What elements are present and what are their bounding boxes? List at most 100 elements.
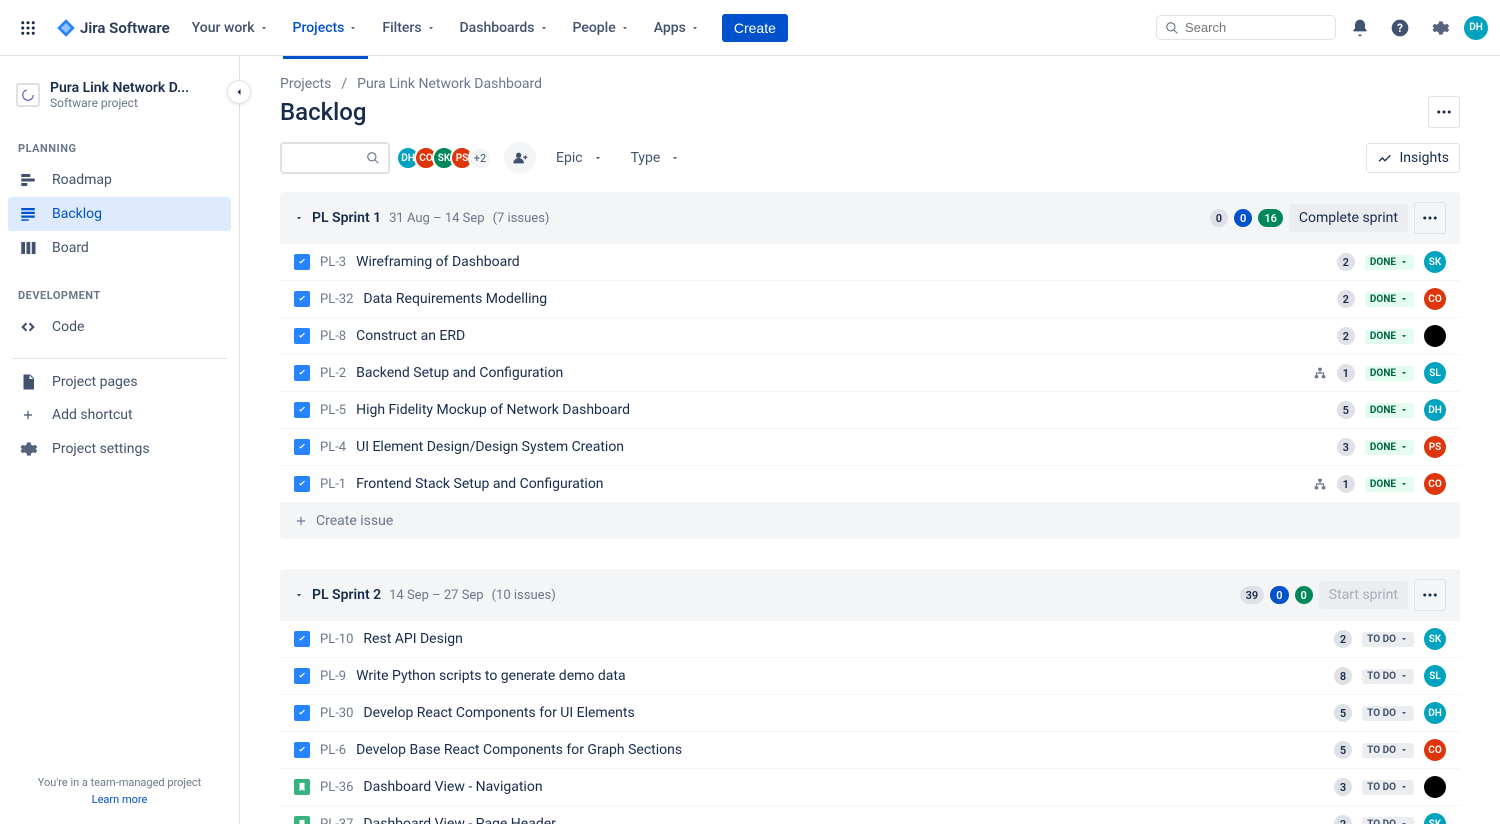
sidebar-item-backlog[interactable]: Backlog: [8, 197, 231, 231]
status-dropdown[interactable]: TO DO: [1362, 632, 1414, 647]
issue-key[interactable]: PL-9: [320, 669, 346, 684]
search-input[interactable]: [1185, 20, 1327, 35]
sidebar-item-roadmap[interactable]: Roadmap: [8, 163, 231, 197]
issue-key[interactable]: PL-37: [320, 817, 353, 824]
assignee-avatar[interactable]: CO: [1424, 288, 1446, 310]
assignee-avatar[interactable]: [1424, 325, 1446, 347]
assignee-avatar[interactable]: SL: [1424, 665, 1446, 687]
assignee-avatar[interactable]: CO: [1424, 739, 1446, 761]
nav-filters[interactable]: Filters: [372, 14, 445, 42]
issue-row[interactable]: PL-2 Backend Setup and Configuration 1 D…: [280, 355, 1460, 392]
issue-key[interactable]: PL-2: [320, 366, 346, 381]
issue-row[interactable]: PL-5 High Fidelity Mockup of Network Das…: [280, 392, 1460, 429]
status-dropdown[interactable]: DONE: [1365, 255, 1414, 270]
profile-avatar[interactable]: DH: [1464, 16, 1488, 40]
assignee-avatar[interactable]: SK: [1424, 813, 1446, 824]
filter-epic-dropdown[interactable]: Epic: [548, 144, 611, 172]
status-dropdown[interactable]: DONE: [1365, 477, 1414, 492]
issue-summary[interactable]: Dashboard View - Page Header: [363, 816, 1323, 824]
issue-summary[interactable]: Backend Setup and Configuration: [356, 365, 1303, 381]
sidebar-item-code[interactable]: Code: [8, 310, 231, 344]
status-dropdown[interactable]: DONE: [1365, 403, 1414, 418]
issue-key[interactable]: PL-5: [320, 403, 346, 418]
sprint-action-button[interactable]: Complete sprint: [1289, 204, 1408, 232]
issue-row[interactable]: PL-10 Rest API Design 2 TO DO SK: [280, 621, 1460, 658]
assignee-avatar[interactable]: SK: [1424, 251, 1446, 273]
issue-key[interactable]: PL-3: [320, 255, 346, 270]
sprint-more-button[interactable]: [1414, 579, 1446, 611]
sidebar-learn-more-link[interactable]: Learn more: [8, 793, 231, 806]
issue-row[interactable]: PL-36 Dashboard View - Navigation 3 TO D…: [280, 769, 1460, 806]
status-dropdown[interactable]: DONE: [1365, 440, 1414, 455]
issue-row[interactable]: PL-4 UI Element Design/Design System Cre…: [280, 429, 1460, 466]
filter-search[interactable]: [280, 142, 390, 174]
issue-summary[interactable]: Develop Base React Components for Graph …: [356, 742, 1324, 758]
nav-projects[interactable]: Projects: [283, 14, 369, 42]
issue-summary[interactable]: High Fidelity Mockup of Network Dashboar…: [356, 402, 1327, 418]
sidebar-collapse-button[interactable]: [227, 80, 251, 104]
nav-dashboards[interactable]: Dashboards: [450, 14, 559, 42]
issue-key[interactable]: PL-30: [320, 706, 353, 721]
sidebar-item-add shortcut[interactable]: Add shortcut: [8, 399, 231, 431]
status-dropdown[interactable]: DONE: [1365, 329, 1414, 344]
sprint-toggle[interactable]: [294, 213, 304, 223]
issue-summary[interactable]: UI Element Design/Design System Creation: [356, 439, 1327, 455]
breadcrumb-projects[interactable]: Projects: [280, 76, 331, 92]
issue-key[interactable]: PL-4: [320, 440, 346, 455]
issue-row[interactable]: PL-32 Data Requirements Modelling 2 DONE…: [280, 281, 1460, 318]
assignee-avatar[interactable]: CO: [1424, 473, 1446, 495]
assignee-avatar[interactable]: SL: [1424, 362, 1446, 384]
insights-button[interactable]: Insights: [1366, 143, 1460, 173]
issue-summary[interactable]: Data Requirements Modelling: [363, 291, 1326, 307]
status-dropdown[interactable]: TO DO: [1362, 817, 1414, 824]
issue-row[interactable]: PL-37 Dashboard View - Page Header 2 TO …: [280, 806, 1460, 824]
issue-row[interactable]: PL-1 Frontend Stack Setup and Configurat…: [280, 466, 1460, 503]
status-dropdown[interactable]: DONE: [1365, 366, 1414, 381]
breadcrumb-project[interactable]: Pura Link Network Dashboard: [357, 76, 542, 92]
assignee-avatar[interactable]: DH: [1424, 702, 1446, 724]
status-dropdown[interactable]: TO DO: [1362, 706, 1414, 721]
sprint-more-button[interactable]: [1414, 202, 1446, 234]
project-header[interactable]: Pura Link Network D... Software project: [8, 80, 231, 126]
sidebar-item-board[interactable]: Board: [8, 231, 231, 265]
issue-summary[interactable]: Frontend Stack Setup and Configuration: [356, 476, 1303, 492]
assignee-avatar[interactable]: DH: [1424, 399, 1446, 421]
issue-summary[interactable]: Wireframing of Dashboard: [356, 254, 1327, 270]
issue-row[interactable]: PL-9 Write Python scripts to generate de…: [280, 658, 1460, 695]
issue-row[interactable]: PL-8 Construct an ERD 2 DONE: [280, 318, 1460, 355]
issue-key[interactable]: PL-6: [320, 743, 346, 758]
create-button[interactable]: Create: [722, 14, 788, 42]
create-issue-button[interactable]: Create issue: [280, 503, 1460, 539]
issue-key[interactable]: PL-32: [320, 292, 353, 307]
assignee-avatar[interactable]: [1424, 776, 1446, 798]
page-more-button[interactable]: [1428, 96, 1460, 128]
assignee-avatar[interactable]: PS: [1424, 436, 1446, 458]
status-dropdown[interactable]: DONE: [1365, 292, 1414, 307]
issue-key[interactable]: PL-1: [320, 477, 346, 492]
app-switcher-icon[interactable]: [12, 12, 44, 44]
status-dropdown[interactable]: TO DO: [1362, 669, 1414, 684]
issue-summary[interactable]: Construct an ERD: [356, 328, 1327, 344]
settings-icon[interactable]: [1424, 12, 1456, 44]
sidebar-item-project settings[interactable]: Project settings: [8, 431, 231, 467]
sidebar-item-project pages[interactable]: Project pages: [8, 365, 231, 399]
assignee-avatar[interactable]: SK: [1424, 628, 1446, 650]
issue-summary[interactable]: Develop React Components for UI Elements: [363, 705, 1323, 721]
issue-row[interactable]: PL-30 Develop React Components for UI El…: [280, 695, 1460, 732]
help-icon[interactable]: ?: [1384, 12, 1416, 44]
add-person-button[interactable]: [504, 142, 536, 174]
issue-key[interactable]: PL-8: [320, 329, 346, 344]
notifications-icon[interactable]: [1344, 12, 1376, 44]
status-dropdown[interactable]: TO DO: [1362, 780, 1414, 795]
jira-logo[interactable]: Jira Software: [48, 18, 178, 38]
nav-people[interactable]: People: [563, 14, 640, 42]
issue-key[interactable]: PL-36: [320, 780, 353, 795]
issue-summary[interactable]: Rest API Design: [363, 631, 1323, 647]
sprint-toggle[interactable]: [294, 590, 304, 600]
avatar-overflow[interactable]: +2: [468, 146, 492, 170]
status-dropdown[interactable]: TO DO: [1362, 743, 1414, 758]
issue-summary[interactable]: Write Python scripts to generate demo da…: [356, 668, 1324, 684]
nav-apps[interactable]: Apps: [644, 14, 710, 42]
issue-summary[interactable]: Dashboard View - Navigation: [363, 779, 1323, 795]
issue-key[interactable]: PL-10: [320, 632, 353, 647]
